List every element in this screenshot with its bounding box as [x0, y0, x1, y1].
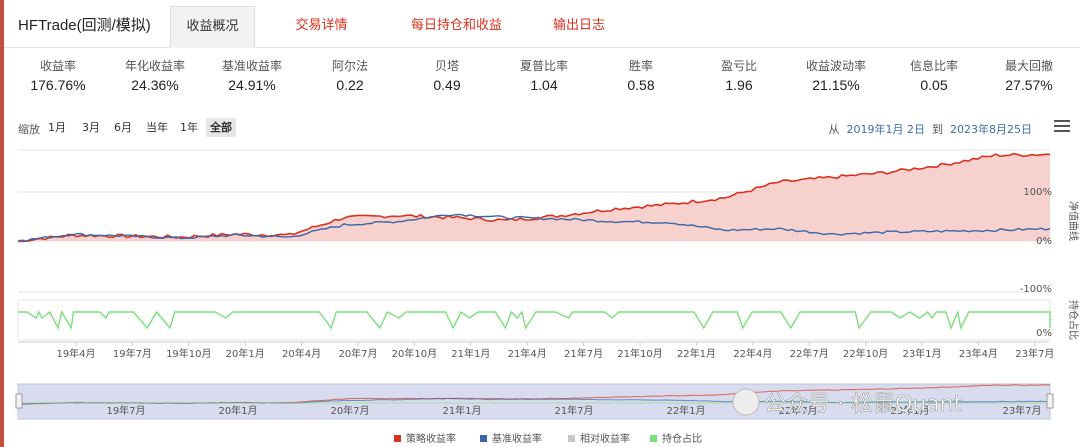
- x-tick-label: 22年10月: [843, 347, 888, 360]
- y-tick-label: 0%: [1036, 236, 1052, 247]
- x-tick-label: 20年7月: [338, 347, 377, 360]
- legend-item[interactable]: 策略收益率: [406, 432, 456, 445]
- legend-item[interactable]: 持仓占比: [662, 432, 702, 445]
- legend-swatch: [650, 435, 657, 442]
- x-tick-label: 22年7月: [790, 347, 829, 360]
- navigator-tick-label: 19年7月: [106, 404, 145, 417]
- x-tick-label: 21年1月: [451, 347, 490, 360]
- watermark-text: 公众号 · 松鼠Quant: [764, 392, 963, 417]
- navigator-tick-label: 22年1月: [666, 404, 705, 417]
- position-axis-title: 持仓占比: [1067, 300, 1080, 340]
- navigator-tick-label: 20年1月: [218, 404, 257, 417]
- wechat-logo-icon: [732, 388, 760, 416]
- x-tick-label: 21年4月: [508, 347, 547, 360]
- backtest-window: HFTrade(回测/模拟) 收益概况 交易详情 每日持仓和收益 输出日志 收益…: [4, 0, 1080, 447]
- x-tick-label: 20年4月: [282, 347, 321, 360]
- x-tick-label: 20年1月: [226, 347, 265, 360]
- navigator-tick-label: 23年7月: [1002, 404, 1041, 417]
- legend-swatch: [480, 435, 487, 442]
- x-tick-label: 20年10月: [392, 347, 437, 360]
- y-axis-title: 净值曲线: [1067, 201, 1080, 241]
- watermark: 公众号 · 松鼠Quant: [732, 388, 963, 417]
- x-tick-label: 23年1月: [902, 347, 941, 360]
- navigator-tick-label: 21年1月: [442, 404, 481, 417]
- legend-swatch: [394, 435, 401, 442]
- navigator-left-handle[interactable]: [15, 393, 23, 409]
- x-tick-label: 21年10月: [617, 347, 662, 360]
- position-y-tick: 0%: [1036, 328, 1052, 339]
- x-tick-label: 19年7月: [113, 347, 152, 360]
- x-tick-label: 22年4月: [733, 347, 772, 360]
- performance-chart[interactable]: 100% 0% -100% 净值曲线持仓占比 0% 19年4月 19年7月 19年10月 20年…: [4, 0, 1080, 447]
- navigator-right-handle[interactable]: [1046, 393, 1054, 409]
- legend-item[interactable]: 相对收益率: [580, 432, 630, 445]
- navigator-tick-label: 20年7月: [330, 404, 369, 417]
- x-tick-label: 21年7月: [564, 347, 603, 360]
- navigator-tick-label: 21年7月: [554, 404, 593, 417]
- x-tick-label: 19年10月: [166, 347, 211, 360]
- strategy-area: [18, 153, 1050, 242]
- x-tick-label: 22年1月: [677, 347, 716, 360]
- legend-swatch: [568, 435, 575, 442]
- x-tick-label: 23年7月: [1015, 347, 1054, 360]
- legend-item[interactable]: 基准收益率: [492, 432, 542, 445]
- position-ratio-line: [18, 309, 1051, 331]
- x-tick-label: 23年4月: [959, 347, 998, 360]
- y-tick-label: 100%: [1023, 187, 1052, 198]
- y-tick-label: -100%: [1020, 284, 1052, 295]
- x-tick-label: 19年4月: [56, 347, 95, 360]
